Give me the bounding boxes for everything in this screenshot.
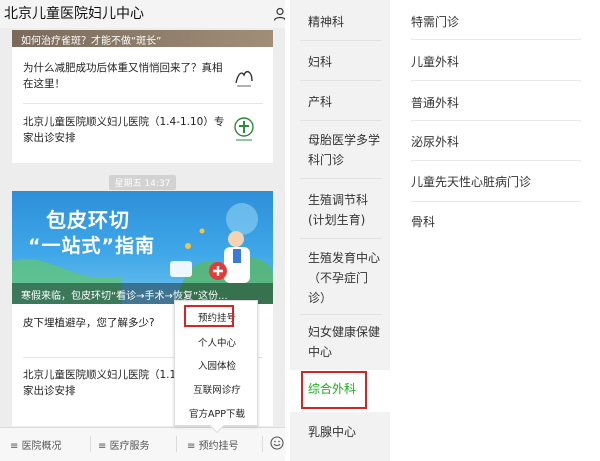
article-title[interactable]: 北京儿童医院顺义妇儿医院（1.4-1.10）专家出诊安排	[23, 114, 228, 146]
divider	[411, 160, 581, 161]
subcategory-item[interactable]: 儿童外科	[411, 53, 459, 70]
menu-item-kindergarten-checkup[interactable]: 入园体检	[175, 358, 259, 372]
list-item[interactable]: 为什么减肥成功后体重又悄悄回来了？真相在这里！	[12, 56, 273, 102]
article-card: 如何治疗雀斑？才能不做“斑长” 为什么减肥成功后体重又悄悄回来了？真相在这里！ …	[12, 30, 273, 163]
divider	[176, 436, 177, 452]
category-item[interactable]: 生殖调节科(计划生育)	[308, 190, 374, 230]
divider	[23, 103, 263, 104]
hospital-logo-icon	[234, 117, 254, 141]
tab-appointment[interactable]: ≡ 预约挂号	[187, 437, 239, 452]
department-panel: 精神科 妇科 产科 母胎医学多学科门诊 生殖调节科(计划生育) 生殖发育中心（不…	[290, 0, 600, 461]
title-bar: 北京儿童医院妇儿中心	[0, 0, 285, 28]
divider	[411, 201, 581, 202]
category-item[interactable]: 母胎医学多学科门诊	[308, 130, 384, 170]
divider	[300, 40, 382, 41]
subcategory-item[interactable]: 特需门诊	[411, 13, 459, 30]
divider	[300, 314, 382, 315]
category-item[interactable]: 精神科	[308, 12, 378, 32]
divider	[300, 80, 382, 81]
message-timestamp: 星期五 14:37	[108, 175, 177, 190]
appointment-submenu: 预约挂号 个人中心 入园体检 互联网诊疗 官方APP下载	[174, 300, 258, 426]
hero-title-line1: 包皮环切	[46, 208, 130, 232]
article-title[interactable]: 北京儿童医院顺义妇儿医院（1.11	[23, 367, 183, 383]
menu-item-online-consult[interactable]: 互联网诊疗	[175, 382, 259, 396]
divider	[411, 39, 581, 40]
user-icon[interactable]	[273, 7, 285, 21]
divider	[300, 238, 382, 239]
subcategory-item[interactable]: 儿童先天性心脏病门诊	[411, 173, 531, 190]
tab-medical-services[interactable]: ≡ 医疗服务	[98, 437, 150, 452]
hero-title-line2: “一站式”指南	[28, 235, 155, 257]
list-item[interactable]: 北京儿童医院顺义妇儿医院（1.4-1.10）专家出诊安排	[12, 106, 273, 156]
divider	[300, 178, 382, 179]
category-item[interactable]: 生殖发育中心（不孕症门诊）	[308, 248, 384, 308]
subcategory-item[interactable]: 泌尿外科	[411, 133, 459, 150]
highlight-box	[301, 371, 367, 409]
divider	[90, 436, 91, 452]
tab-hospital-overview[interactable]: ≡ 医院概况	[10, 437, 62, 452]
page-title: 北京儿童医院妇儿中心	[4, 6, 144, 22]
article-title[interactable]: 为什么减肥成功后体重又悄悄回来了？真相在这里！	[23, 60, 228, 92]
divider	[411, 80, 581, 81]
category-item[interactable]: 乳腺中心	[308, 422, 378, 442]
divider	[262, 436, 263, 452]
divider	[300, 120, 382, 121]
divider	[411, 120, 581, 121]
article-thumbnail-icon	[230, 63, 258, 91]
category-item[interactable]: 妇科	[308, 52, 378, 72]
menu-item-app-download[interactable]: 官方APP下载	[175, 406, 259, 420]
article-banner-title[interactable]: 如何治疗雀斑？才能不做“斑长”	[21, 32, 161, 47]
article-title[interactable]: 皮下埋植避孕，您了解多少?	[23, 315, 183, 331]
featured-hero-image[interactable]: 包皮环切 “一站式”指南 寒假来临，包皮环切“看诊→手术→恢复”这份...	[12, 191, 273, 304]
article-title-cont[interactable]: 家出诊安排	[23, 383, 183, 399]
bottom-menu-bar: ≡ 医院概况 ≡ 医疗服务 ≡ 预约挂号	[0, 427, 285, 461]
menu-item-personal-center[interactable]: 个人中心	[175, 335, 259, 349]
highlight-box	[184, 305, 234, 327]
category-item[interactable]: 产科	[308, 92, 378, 112]
keyboard-switch-icon[interactable]	[270, 436, 284, 450]
category-item[interactable]: 妇女健康保健中心	[308, 322, 384, 362]
timestamp-row: 星期五 14:37	[0, 171, 285, 190]
subcategory-item[interactable]: 普通外科	[411, 94, 459, 111]
chat-panel: 北京儿童医院妇儿中心 如何治疗雀斑？才能不做“斑长” 为什么减肥成功后体重又悄悄…	[0, 0, 285, 461]
department-category-list: 精神科 妇科 产科 母胎医学多学科门诊 生殖调节科(计划生育) 生殖发育中心（不…	[290, 0, 390, 461]
subcategory-item[interactable]: 骨科	[411, 213, 435, 230]
